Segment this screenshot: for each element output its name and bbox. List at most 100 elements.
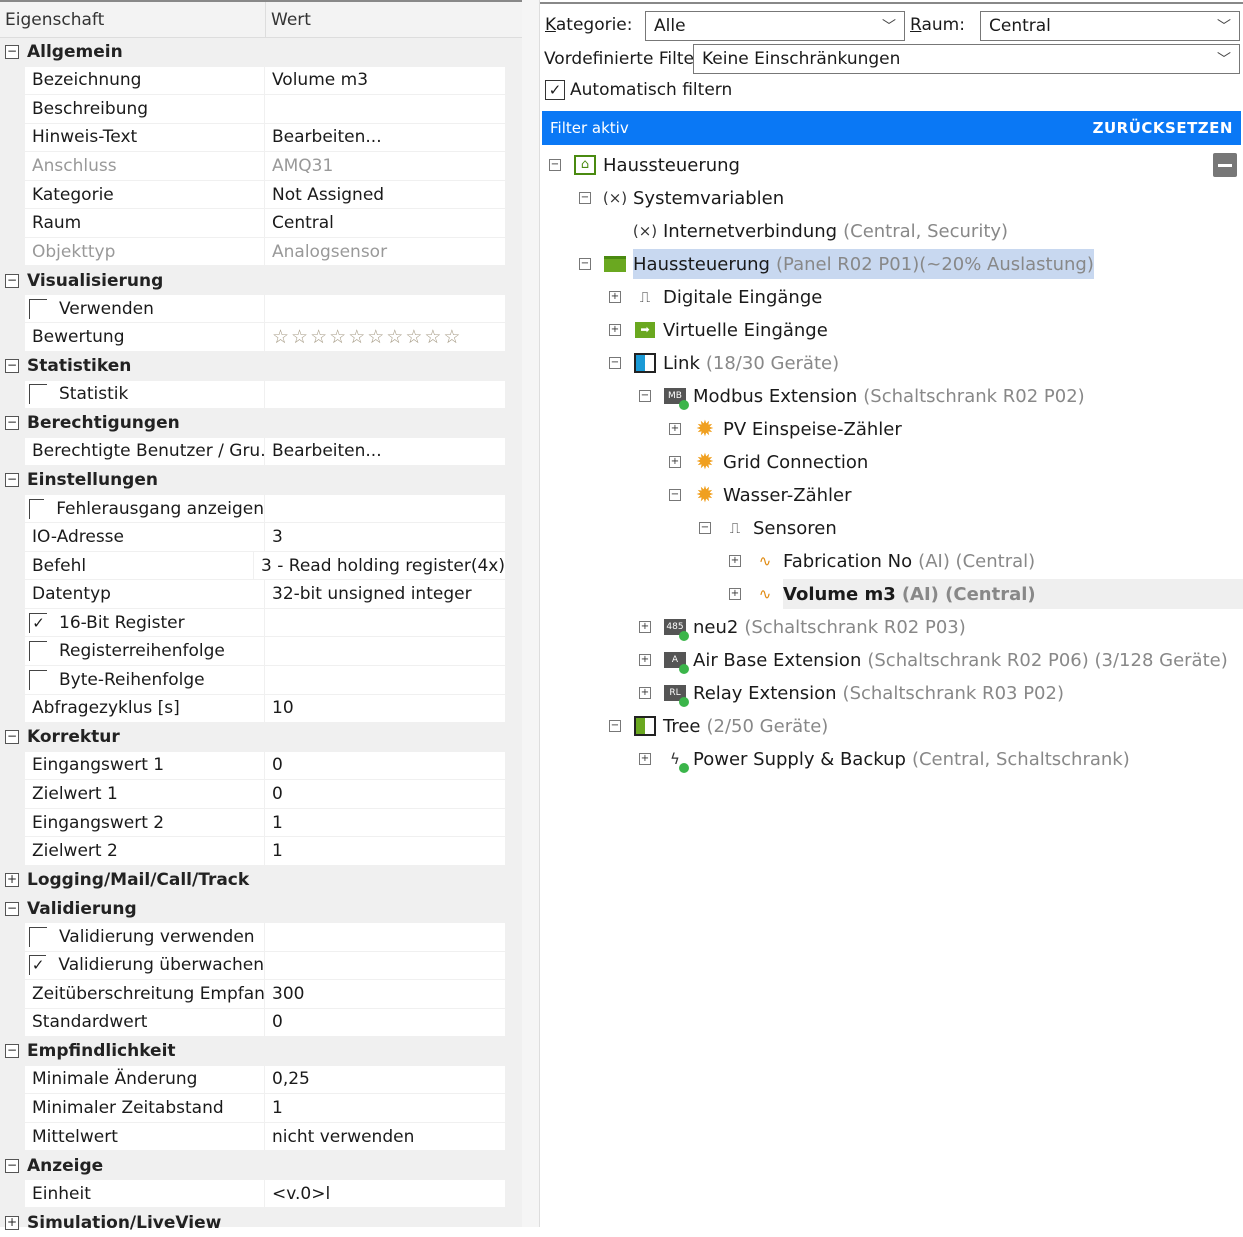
collapse-icon[interactable]: − — [5, 45, 19, 60]
raum-select[interactable]: Central ﹀ — [980, 11, 1240, 41]
expander[interactable]: + — [639, 753, 651, 765]
property-value[interactable]: 1 — [265, 841, 283, 861]
star-icon[interactable]: ☆ — [272, 326, 291, 348]
property-value[interactable]: Bearbeiten... — [265, 127, 382, 147]
section-anzeige[interactable]: − Anzeige — [0, 1151, 522, 1180]
property-row[interactable]: Zielwert 2 1 — [25, 837, 505, 866]
property-value[interactable]: Central — [265, 213, 334, 233]
expander[interactable]: + — [609, 324, 621, 336]
tree-node[interactable]: neu2 (Schaltschrank R02 P03) — [693, 612, 966, 642]
collapse-icon[interactable]: − — [639, 390, 651, 402]
tree-node[interactable]: Relay Extension (Schaltschrank R03 P02) — [693, 678, 1064, 708]
collapse-icon[interactable]: − — [699, 522, 711, 534]
expander[interactable]: + — [639, 654, 651, 666]
star-icon[interactable]: ☆ — [310, 326, 329, 348]
property-row[interactable]: Statistik — [25, 380, 505, 410]
checkbox-icon[interactable] — [29, 298, 47, 319]
star-icon[interactable]: ☆ — [443, 326, 462, 348]
tree-node[interactable]: PV Einspeise-Zähler — [723, 414, 908, 444]
expand-icon[interactable]: + — [5, 873, 19, 888]
property-row[interactable]: Standardwert 0 — [25, 1008, 505, 1038]
property-value[interactable]: Bearbeiten... — [265, 441, 382, 461]
tree-node[interactable]: Systemvariablen — [633, 183, 790, 213]
star-icon[interactable]: ☆ — [348, 326, 367, 348]
property-value[interactable]: Not Assigned — [265, 185, 384, 205]
property-row[interactable]: Berechtigte Benutzer / Gru... Bearbeiten.… — [25, 437, 505, 467]
expand-icon[interactable]: + — [639, 753, 651, 765]
expander[interactable]: + — [729, 555, 741, 567]
property-value[interactable]: 0 — [265, 1012, 283, 1032]
checkbox-icon[interactable] — [29, 384, 47, 405]
property-value[interactable]: 3 - Read holding register(4x) — [254, 556, 505, 576]
property-row[interactable]: Minimaler Zeitabstand 1 — [25, 1094, 505, 1123]
collapse-icon[interactable]: − — [5, 730, 19, 745]
property-row[interactable]: Abfragezyklus [s] 10 — [25, 694, 505, 724]
collapse-icon[interactable]: − — [549, 159, 561, 171]
tree-node[interactable]: Grid Connection — [723, 447, 874, 477]
tree-node[interactable]: Haussteuerung — [603, 150, 746, 180]
expand-icon[interactable]: + — [5, 1215, 19, 1230]
expander[interactable]: − — [699, 522, 711, 534]
star-icon[interactable]: ☆ — [329, 326, 348, 348]
property-row[interactable]: Eingangswert 2 1 — [25, 808, 505, 838]
star-icon[interactable]: ☆ — [291, 326, 310, 348]
column-header-property[interactable]: Eigenschaft — [0, 2, 266, 37]
expander[interactable]: + — [639, 687, 651, 699]
property-row[interactable]: Hinweis-Text Bearbeiten... — [25, 123, 505, 153]
checkbox-icon[interactable] — [29, 669, 47, 690]
property-row[interactable]: ✓ 16-Bit Register — [25, 608, 505, 638]
property-row[interactable]: IO-Adresse 3 — [25, 523, 505, 552]
section-statistiken[interactable]: − Statistiken — [0, 352, 522, 381]
expander[interactable]: + — [669, 456, 681, 468]
star-icon[interactable]: ☆ — [405, 326, 424, 348]
expand-icon[interactable]: + — [669, 423, 681, 435]
expander[interactable]: − — [609, 720, 621, 732]
expand-icon[interactable]: + — [639, 621, 651, 633]
expander[interactable]: + — [729, 588, 741, 600]
section-einstellungen[interactable]: − Einstellungen — [0, 466, 522, 495]
property-value[interactable]: 0,25 — [265, 1069, 310, 1089]
checkbox-icon[interactable] — [29, 926, 47, 947]
property-row[interactable]: Registerreihenfolge — [25, 637, 505, 667]
expander[interactable]: − — [579, 192, 591, 204]
expander[interactable]: + — [609, 291, 621, 303]
expand-icon[interactable]: + — [609, 324, 621, 336]
expander[interactable]: − — [609, 357, 621, 369]
expand-icon[interactable]: + — [729, 555, 741, 567]
property-value[interactable]: <v.0>l — [265, 1184, 330, 1204]
expand-icon[interactable]: + — [669, 456, 681, 468]
property-value[interactable]: ☆☆☆☆☆☆☆☆☆☆ — [265, 326, 462, 348]
property-value[interactable]: 3 — [265, 527, 283, 547]
expander[interactable]: + — [669, 423, 681, 435]
tree-node[interactable]: Digitale Eingänge — [663, 282, 828, 312]
property-row[interactable]: Byte-Reihenfolge — [25, 666, 505, 695]
property-value[interactable]: 0 — [265, 755, 283, 775]
expander[interactable]: − — [669, 489, 681, 501]
property-value[interactable]: 1 — [265, 813, 283, 833]
property-value[interactable]: 0 — [265, 784, 283, 804]
tree-node[interactable]: Tree (2/50 Geräte) — [663, 711, 828, 741]
collapse-icon[interactable]: − — [579, 192, 591, 204]
collapse-all-button[interactable] — [1213, 153, 1237, 177]
collapse-icon[interactable]: − — [669, 489, 681, 501]
collapse-icon[interactable]: − — [579, 258, 591, 270]
vordefinierte-filter-select[interactable]: Keine Einschränkungen ﹀ — [693, 44, 1240, 74]
collapse-icon[interactable]: − — [5, 416, 19, 431]
section-simulation-liveview[interactable]: + Simulation/LiveView — [0, 1208, 522, 1237]
property-value[interactable]: Volume m3 — [265, 70, 368, 90]
checkbox-icon[interactable] — [29, 641, 47, 662]
rating-stars[interactable]: ☆☆☆☆☆☆☆☆☆☆ — [272, 326, 462, 348]
tree-node[interactable]: Wasser-Zähler — [723, 480, 858, 510]
expander[interactable]: − — [639, 390, 651, 402]
collapse-icon[interactable]: − — [5, 359, 19, 374]
expand-icon[interactable]: + — [729, 588, 741, 600]
tree-node[interactable]: Internetverbindung (Central, Security) — [663, 216, 1008, 246]
property-row[interactable]: Fehlerausgang anzeigen — [25, 494, 505, 524]
property-row[interactable]: Raum Central — [25, 209, 505, 238]
property-row[interactable]: Mittelwert nicht verwenden — [25, 1122, 505, 1152]
property-value[interactable]: 32-bit unsigned integer — [265, 584, 472, 604]
tree-node[interactable]: Volume m3 (AI) (Central) — [783, 579, 1243, 609]
star-icon[interactable]: ☆ — [367, 326, 386, 348]
collapse-icon[interactable]: − — [5, 1044, 19, 1059]
expander[interactable]: + — [639, 621, 651, 633]
